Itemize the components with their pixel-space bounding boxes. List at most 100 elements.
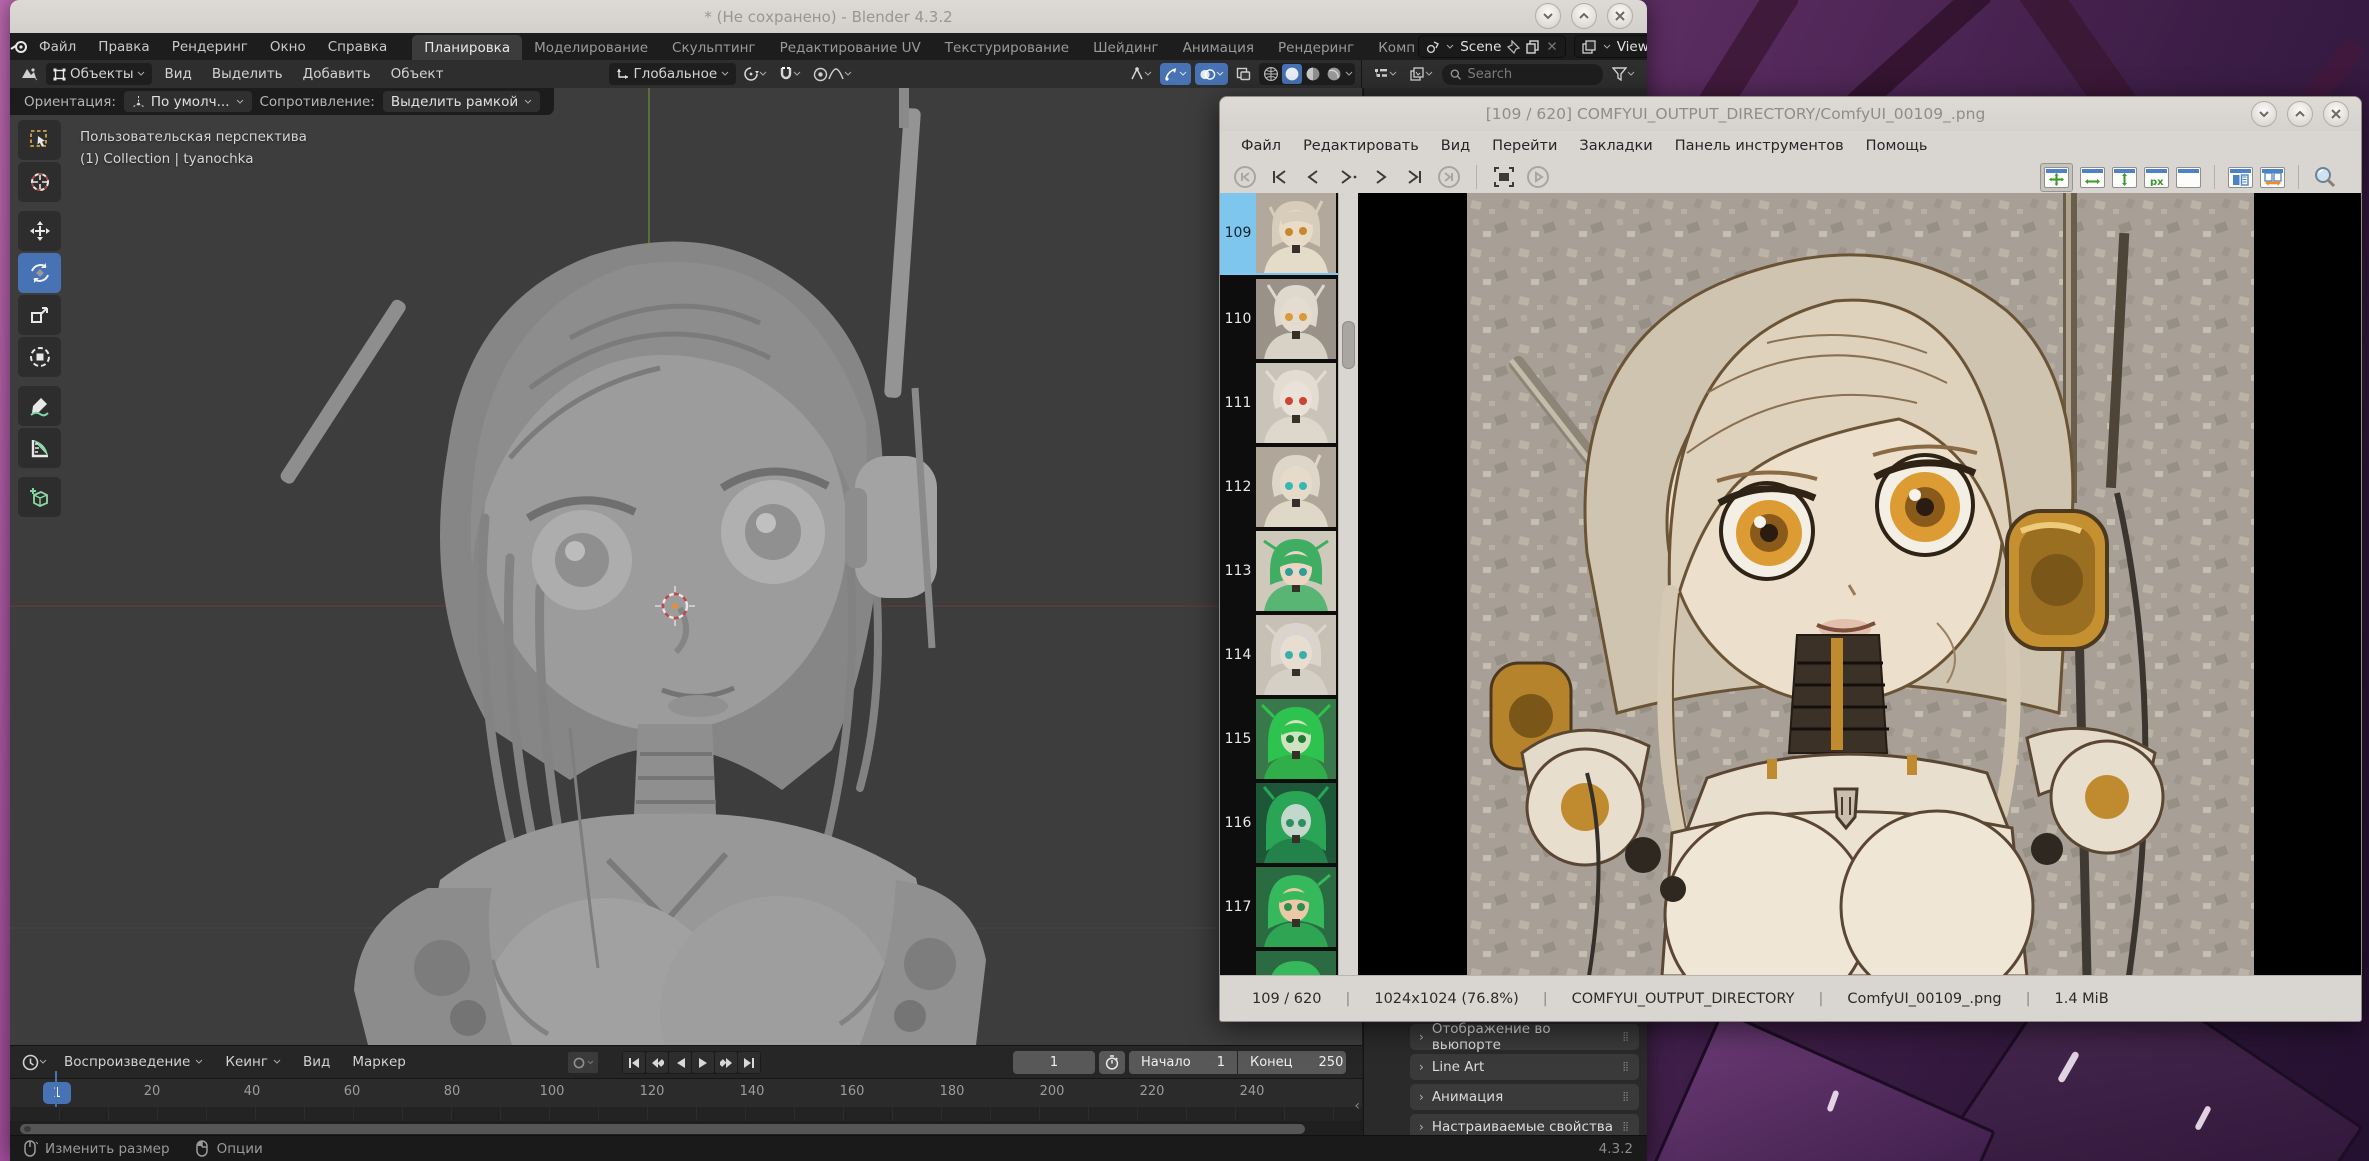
tab-uv-editing[interactable]: Редактирование UV (768, 35, 933, 60)
next-random-button[interactable] (1334, 164, 1360, 190)
play-reverse-button[interactable] (669, 1052, 691, 1073)
dual-pane-icon[interactable] (2228, 167, 2253, 188)
thumbnail-image[interactable] (1256, 531, 1336, 611)
thumbnail-row[interactable]: 117 (1220, 867, 1338, 947)
next-image-button[interactable] (1368, 164, 1394, 190)
viewport-menu-select[interactable]: Выделить (204, 66, 291, 82)
tool-measure[interactable] (18, 428, 61, 468)
shading-wireframe-icon[interactable] (1261, 64, 1281, 84)
previous-image-button[interactable] (1300, 164, 1326, 190)
tool-annotate[interactable] (18, 386, 61, 426)
first-image-button[interactable] (1266, 164, 1292, 190)
proportional-edit-toggle[interactable] (809, 63, 856, 85)
blender-logo-icon[interactable] (10, 40, 28, 54)
shading-rendered-icon[interactable] (1324, 64, 1344, 84)
timeline-h-scrollbar[interactable] (20, 1124, 1305, 1134)
fit-width-icon[interactable] (2080, 167, 2105, 188)
timeline-menu-marker[interactable]: Маркер (343, 1054, 415, 1070)
shading-solid-icon[interactable] (1282, 64, 1302, 84)
tab-compositing[interactable]: Комп (1366, 35, 1418, 60)
viewlayer-selector[interactable]: ViewLayer (1574, 35, 1647, 58)
tab-rendering[interactable]: Рендеринг (1266, 35, 1366, 60)
thumbnail-row[interactable]: 110 (1220, 279, 1338, 359)
viewport-menu-add[interactable]: Добавить (295, 66, 379, 82)
tool-cursor-3d[interactable] (18, 162, 61, 202)
panel-animation[interactable]: › Анимация ⣿ (1410, 1084, 1639, 1110)
playhead-line[interactable] (55, 1071, 57, 1107)
timeline-editor-type-button[interactable] (18, 1051, 51, 1073)
current-frame-field[interactable]: 1 (1013, 1051, 1095, 1074)
thumbnail-list[interactable]: 109 110 111 112 113 (1220, 193, 1338, 975)
filter-funnel-dropdown[interactable] (1608, 63, 1639, 85)
timeline-ruler[interactable]: 20 40 60 80 100 120 140 160 180 200 220 … (10, 1079, 1362, 1107)
jump-to-start-button[interactable] (623, 1052, 645, 1073)
pin-icon[interactable] (1507, 40, 1520, 54)
thumbnail-image[interactable] (1256, 279, 1336, 359)
menu-file[interactable]: Файл (28, 33, 87, 60)
viewer-menu-go[interactable]: Перейти (1481, 138, 1568, 154)
close-button[interactable] (1607, 3, 1633, 29)
menu-window[interactable]: Окно (259, 33, 317, 60)
end-frame-field[interactable]: Конец 250 (1238, 1051, 1346, 1074)
jump-to-end-button[interactable] (738, 1052, 760, 1073)
tool-add-cube[interactable] (18, 477, 61, 517)
minimize-button[interactable] (1535, 3, 1561, 29)
show-gizmo-dropdown[interactable] (1126, 63, 1156, 85)
blender-titlebar[interactable]: * (Не сохранено) - Blender 4.3.2 (10, 0, 1647, 33)
viewer-menu-toolbars[interactable]: Панель инструментов (1664, 138, 1855, 154)
prev-keyframe-button[interactable] (646, 1052, 668, 1073)
thumbnail-scrollbar[interactable] (1338, 193, 1358, 975)
tool-move[interactable] (18, 211, 61, 251)
tool-select-box[interactable] (18, 120, 61, 160)
timeline-menu-playback[interactable]: Воспроизведение (55, 1054, 212, 1070)
snap-toggle[interactable] (775, 63, 805, 85)
viewer-menu-help[interactable]: Помощь (1855, 138, 1939, 154)
thumbnail-image[interactable] (1256, 363, 1336, 443)
panel-viewport-display[interactable]: › Отображение во вьюпорте ⣿ (1410, 1024, 1639, 1050)
start-frame-field[interactable]: Начало 1 (1129, 1051, 1237, 1074)
original-size-icon[interactable]: px (2144, 167, 2169, 188)
fit-height-icon[interactable] (2112, 167, 2137, 188)
tab-texture-paint[interactable]: Текстурирование (933, 35, 1081, 60)
thumbnail-image[interactable] (1256, 699, 1336, 779)
thumbnail-image[interactable] (1256, 447, 1336, 527)
fit-screen-button[interactable] (1491, 164, 1517, 190)
outliner-filter-mode[interactable] (1406, 63, 1437, 85)
first-page-circled-icon[interactable] (1232, 164, 1258, 190)
mode-selector[interactable]: Объекты (46, 63, 152, 85)
blank-window-icon[interactable] (2176, 167, 2201, 188)
close-button[interactable] (2323, 101, 2349, 127)
menu-edit[interactable]: Правка (87, 33, 160, 60)
gizmos-toggle[interactable] (1160, 63, 1191, 85)
thumbnail-row[interactable]: 115 (1220, 699, 1338, 779)
tab-animation[interactable]: Анимация (1171, 35, 1266, 60)
orientation-setting-dropdown[interactable]: По умолч... (124, 91, 252, 112)
current-frame-badge[interactable]: 1 (43, 1082, 71, 1104)
viewer-titlebar[interactable]: [109 / 620] COMFYUI_OUTPUT_DIRECTORY/Com… (1220, 97, 2361, 131)
panel-line-art[interactable]: › Line Art ⣿ (1410, 1054, 1639, 1080)
tab-layout[interactable]: Планировка (412, 35, 522, 60)
menu-render[interactable]: Рендеринг (161, 33, 259, 60)
magnifier-icon[interactable] (2312, 164, 2338, 190)
timeline-menu-view[interactable]: Вид (294, 1054, 339, 1070)
viewer-menu-bookmarks[interactable]: Закладки (1568, 138, 1663, 154)
play-button[interactable] (692, 1052, 714, 1073)
viewport-menu-view[interactable]: Вид (156, 66, 199, 82)
maximize-button[interactable] (1571, 3, 1597, 29)
scene-selector[interactable]: Scene ✕ (1418, 35, 1565, 58)
overlays-toggle[interactable] (1195, 63, 1228, 85)
viewport-menu-object[interactable]: Объект (383, 66, 452, 82)
thumbnail-row-selected[interactable]: 109 (1220, 193, 1338, 275)
viewer-menu-file[interactable]: Файл (1230, 138, 1292, 154)
resistance-setting-dropdown[interactable]: Выделить рамкой (383, 91, 540, 112)
thumbnail-image[interactable] (1256, 193, 1336, 273)
thumbnail-row-partial[interactable] (1220, 951, 1338, 975)
slideshow-button[interactable] (1525, 164, 1551, 190)
swap-panels-icon[interactable] (2260, 167, 2285, 188)
search-input[interactable] (1467, 67, 1595, 82)
thumbnail-row[interactable]: 113 (1220, 531, 1338, 611)
transform-orientation-selector[interactable]: Глобальное (609, 63, 736, 85)
thumbnail-row[interactable]: 116 (1220, 783, 1338, 863)
collapse-arrow-icon[interactable]: ‹ (1354, 1098, 1360, 1114)
thumbnail-row[interactable]: 114 (1220, 615, 1338, 695)
